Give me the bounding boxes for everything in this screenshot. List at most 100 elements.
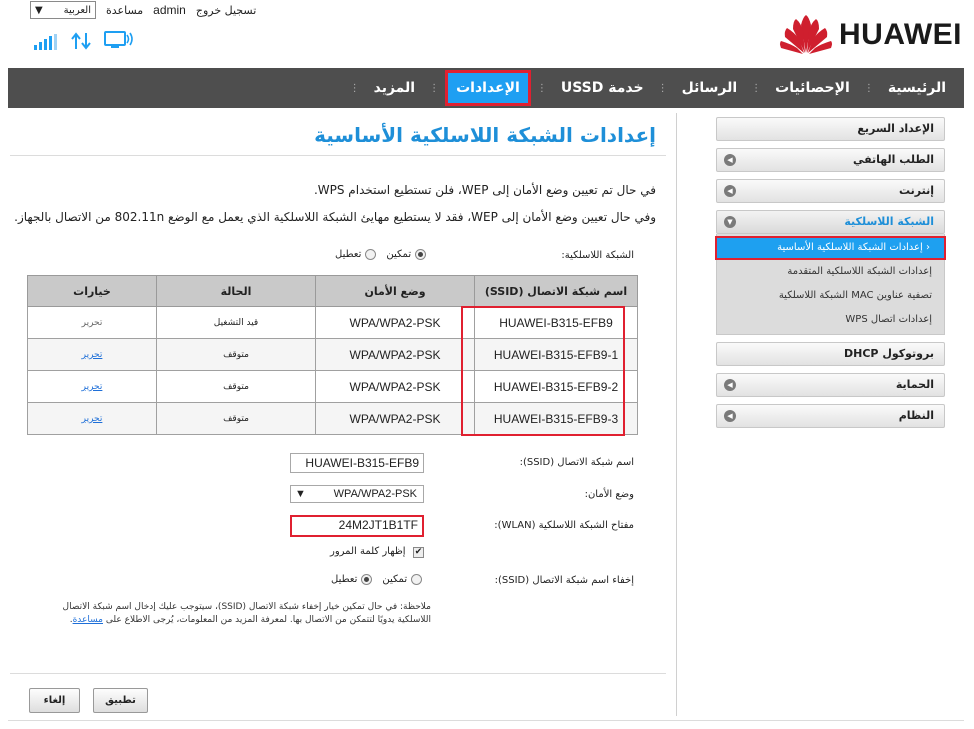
radio-label: تمكين bbox=[382, 574, 408, 585]
security-cell: WPA/WPA2-PSK bbox=[315, 306, 475, 339]
footer-line bbox=[8, 720, 964, 721]
sidebar-item-dhcp[interactable]: بروتوكول DHCP bbox=[716, 342, 945, 366]
col-options: خيارات bbox=[27, 275, 157, 307]
ssid-cell: HUAWEI-B315-EFB9-2 bbox=[474, 370, 638, 403]
brand-name: HUAWEI bbox=[839, 18, 962, 51]
nav-more[interactable]: المزيد bbox=[366, 70, 424, 106]
content-divider bbox=[676, 113, 677, 716]
wlan-key-input[interactable]: 24M2JT1B1TF bbox=[290, 515, 424, 537]
edit-link[interactable]: تحرير bbox=[82, 414, 103, 424]
sidebar-item-label: بروتوكول DHCP bbox=[844, 347, 934, 360]
sidebar-sub-wps[interactable]: إعدادات اتصال WPS bbox=[717, 308, 944, 332]
logout-link[interactable]: تسجيل خروج bbox=[196, 4, 256, 17]
nav-sms[interactable]: الرسائل bbox=[674, 70, 746, 106]
hide-ssid-remark: ملاحظة: في حال تمكين خيار إخفاء شبكة الا… bbox=[62, 602, 431, 625]
page-title: إعدادات الشبكة اللاسلكية الأساسية bbox=[314, 123, 656, 147]
wep-note-2: وفي حال تعيين وضع الأمان إلى WEP، فقد لا… bbox=[14, 210, 656, 224]
settings-sidebar: الإعداد السريع الطلب الهاتفي ◀ إنترنت ◀ … bbox=[715, 117, 946, 435]
col-status: الحالة bbox=[156, 275, 316, 307]
security-cell: WPA/WPA2-PSK bbox=[315, 402, 475, 435]
table-header-row: اسم شبكة الاتصال (SSID) وضع الأمان الحال… bbox=[27, 275, 638, 307]
security-mode-select[interactable]: ▼ WPA/WPA2-PSK bbox=[290, 485, 424, 503]
remark-text: ملاحظة: في حال تمكين خيار إخفاء شبكة الا… bbox=[62, 602, 431, 625]
sidebar-item-label: النظام bbox=[898, 409, 934, 422]
ssid-cell: HUAWEI-B315-EFB9-3 bbox=[474, 402, 638, 435]
sidebar-item-quick-setup[interactable]: الإعداد السريع bbox=[716, 117, 945, 141]
ssid-cell: HUAWEI-B315-EFB9-1 bbox=[474, 338, 638, 371]
nav-separator: ⋮ bbox=[657, 82, 668, 94]
status-cell: متوقف bbox=[156, 338, 316, 371]
language-select[interactable]: ▼ العربية bbox=[30, 1, 96, 19]
wlan-submenu: ‹ إعدادات الشبكة اللاسلكية الأساسية إعدا… bbox=[715, 234, 946, 335]
wlan-switch: تمكين تعطيل bbox=[335, 249, 427, 260]
top-links: ▼ العربية مساعدة admin تسجيل خروج bbox=[30, 1, 256, 19]
ssid-table: اسم شبكة الاتصال (SSID) وضع الأمان الحال… bbox=[27, 275, 638, 435]
main-nav: الرئيسية ⋮ الإحصائيات ⋮ الرسائل ⋮ خدمة U… bbox=[8, 68, 964, 108]
sidebar-item-label: إنترنت bbox=[898, 184, 934, 197]
sidebar-sub-wlan-basic[interactable]: ‹ إعدادات الشبكة اللاسلكية الأساسية bbox=[715, 236, 946, 260]
huawei-petal-icon bbox=[780, 15, 832, 54]
edit-link-disabled: تحرير bbox=[81, 317, 103, 328]
help-link[interactable]: مساعدة bbox=[106, 4, 143, 17]
radio-label: تعطيل bbox=[331, 574, 358, 585]
apply-button[interactable]: تطبيق bbox=[93, 688, 148, 713]
status-cell: قيد التشغيل bbox=[156, 306, 316, 339]
sidebar-sub-wlan-mac-filter[interactable]: تصفية عناوين MAC الشبكة اللاسلكية bbox=[717, 284, 944, 308]
status-icons bbox=[34, 30, 134, 50]
sidebar-sub-wlan-advanced[interactable]: إعدادات الشبكة اللاسلكية المتقدمة bbox=[717, 260, 944, 284]
wlan-enable-radio[interactable] bbox=[415, 249, 427, 260]
cancel-button[interactable]: إلغاء bbox=[29, 688, 80, 713]
huawei-logo: HUAWEI bbox=[779, 14, 962, 56]
chevron-left-icon: ◀ bbox=[724, 154, 736, 166]
wlan-switch-label: الشبكة اللاسلكية: bbox=[561, 250, 634, 261]
sidebar-item-label: الإعداد السريع bbox=[857, 122, 934, 135]
security-mode-label: وضع الأمان: bbox=[584, 489, 634, 500]
arrow-icon: ‹ bbox=[922, 242, 930, 253]
remark-help-link[interactable]: مساعدة bbox=[73, 615, 103, 625]
wifi-pc-icon bbox=[104, 31, 133, 48]
edit-link[interactable]: تحرير bbox=[82, 382, 103, 392]
sidebar-item-label: الطلب الهاتفي bbox=[852, 153, 934, 166]
status-cell: متوقف bbox=[156, 370, 316, 403]
nav-separator: ⋮ bbox=[751, 82, 762, 94]
security-cell: WPA/WPA2-PSK bbox=[315, 370, 475, 403]
chevron-down-icon: ▼ bbox=[724, 216, 736, 228]
radio-label: تعطيل bbox=[335, 249, 362, 260]
status-cell: متوقف bbox=[156, 402, 316, 435]
sidebar-item-system[interactable]: النظام ◀ bbox=[716, 404, 945, 428]
table-row: HUAWEI-B315-EFB9-3 WPA/WPA2-PSK متوقف تح… bbox=[27, 402, 638, 435]
sidebar-item-ethernet[interactable]: إنترنت ◀ bbox=[716, 179, 945, 203]
ssid-label: اسم شبكة الاتصال (SSID): bbox=[519, 457, 634, 468]
nav-separator: ⋮ bbox=[349, 82, 360, 94]
nav-ussd[interactable]: خدمة USSD bbox=[553, 70, 652, 106]
ssid-input[interactable]: HUAWEI-B315-EFB9 bbox=[290, 453, 424, 473]
signal-strength-icon bbox=[34, 34, 57, 50]
col-security: وضع الأمان bbox=[315, 275, 475, 307]
col-ssid: اسم شبكة الاتصال (SSID) bbox=[474, 275, 638, 307]
main-content: إعدادات الشبكة اللاسلكية الأساسية في حال… bbox=[10, 113, 666, 718]
show-password-label: إظهار كلمة المرور bbox=[330, 546, 406, 557]
sidebar-item-dialup[interactable]: الطلب الهاتفي ◀ bbox=[716, 148, 945, 172]
edit-link[interactable]: تحرير bbox=[82, 350, 103, 360]
chevron-left-icon: ◀ bbox=[724, 185, 736, 197]
show-password-checkbox[interactable]: ✔ bbox=[413, 547, 424, 558]
top-bar: HUAWEI ▼ العربية مساعدة admin تسجيل خروج bbox=[0, 0, 974, 68]
nav-home[interactable]: الرئيسية bbox=[880, 70, 954, 106]
wlan-key-label: مفتاح الشبكة اللاسلكية (WLAN): bbox=[494, 520, 634, 531]
table-row: HUAWEI-B315-EFB9-2 WPA/WPA2-PSK متوقف تح… bbox=[27, 370, 638, 403]
wlan-disable-radio[interactable] bbox=[365, 249, 377, 260]
table-row: HUAWEI-B315-EFB9-1 WPA/WPA2-PSK متوقف تح… bbox=[27, 338, 638, 371]
chevron-down-icon: ▼ bbox=[295, 488, 306, 500]
hide-ssid-disable-radio[interactable] bbox=[361, 574, 373, 585]
chevron-left-icon: ◀ bbox=[724, 410, 736, 422]
sidebar-item-wlan[interactable]: الشبكة اللاسلكية ▼ bbox=[716, 210, 945, 234]
chevron-down-icon: ▼ bbox=[35, 4, 43, 16]
hide-ssid-enable-radio[interactable] bbox=[411, 574, 423, 585]
nav-statistics[interactable]: الإحصائيات bbox=[767, 70, 858, 106]
sidebar-item-security[interactable]: الحماية ◀ bbox=[716, 373, 945, 397]
nav-separator: ⋮ bbox=[429, 82, 440, 94]
nav-separator: ⋮ bbox=[863, 82, 874, 94]
username: admin bbox=[153, 3, 186, 17]
data-transfer-icon bbox=[71, 32, 91, 50]
nav-settings[interactable]: الإعدادات bbox=[445, 70, 531, 106]
